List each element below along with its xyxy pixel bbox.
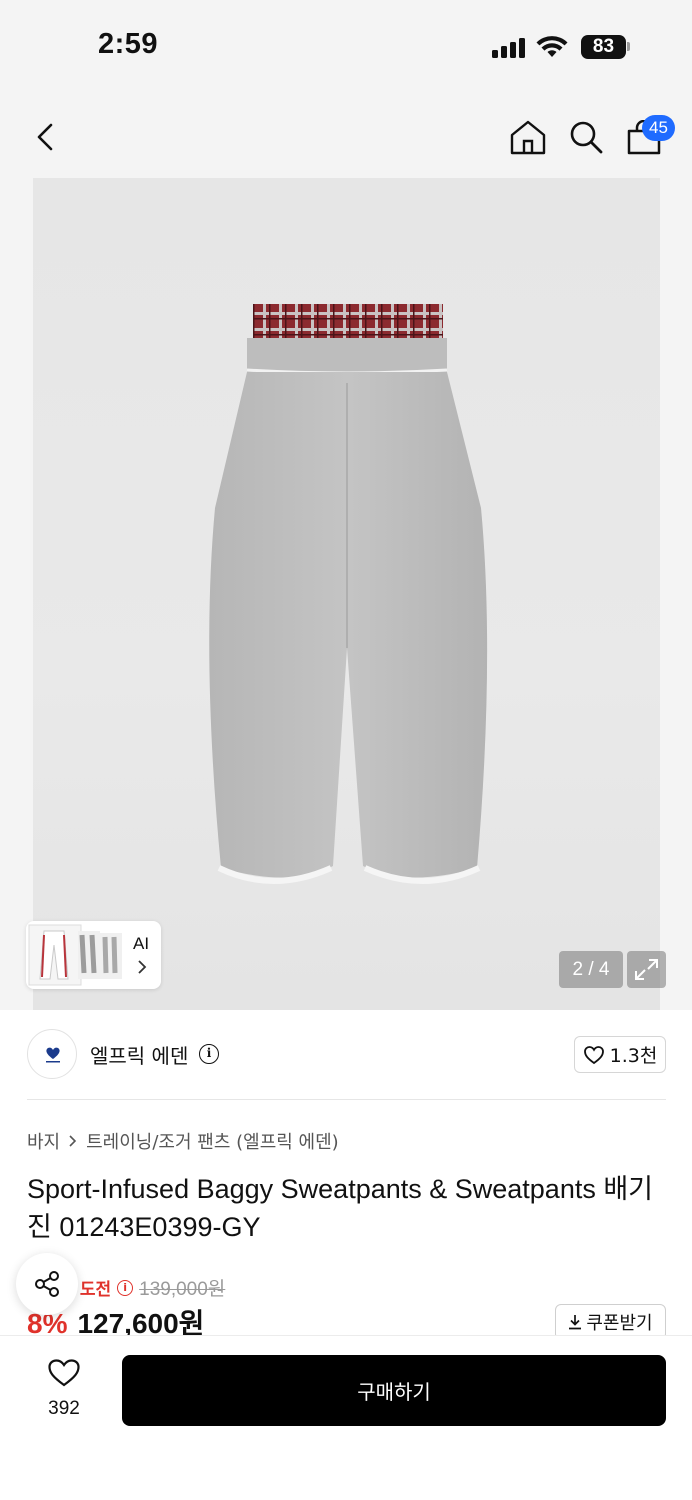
heart-icon — [583, 1045, 604, 1064]
cart-count-badge: 45 — [642, 115, 675, 141]
chevron-right-icon — [138, 960, 147, 974]
buy-button[interactable]: 구매하기 — [122, 1355, 666, 1426]
expand-image-button[interactable] — [627, 951, 666, 988]
home-icon[interactable] — [509, 119, 547, 155]
wishlist-count: 392 — [48, 1398, 80, 1419]
download-icon — [569, 1315, 582, 1330]
brand-like-button[interactable]: 1.3천 — [574, 1036, 666, 1073]
brand-name[interactable]: 엘프릭 에덴 — [90, 1040, 188, 1069]
thumbnail-images — [28, 924, 122, 986]
sweatpants-illustration — [209, 304, 488, 884]
ai-thumbnail-button[interactable] — [26, 921, 161, 989]
battery-cap — [627, 42, 630, 51]
original-price: 139,000원 — [139, 1279, 226, 1300]
breadcrumb-category[interactable]: 바지 — [27, 1128, 60, 1154]
chevron-right-icon — [69, 1135, 77, 1147]
breadcrumb: 바지 트레이닝/조거 팬츠 (엘프릭 에덴) — [27, 1128, 339, 1154]
brand-logo[interactable] — [27, 1029, 77, 1079]
cellular-signal-icon — [492, 38, 525, 58]
heart-logo-icon — [46, 1047, 60, 1063]
image-page-indicator: 2 / 4 — [559, 951, 623, 988]
wifi-icon — [536, 36, 568, 57]
product-image — [33, 178, 660, 1010]
wishlist-button[interactable]: 392 — [30, 1358, 98, 1420]
alert-info-icon[interactable]: i — [117, 1279, 134, 1296]
info-icon[interactable]: i — [199, 1044, 219, 1064]
ai-label: AI — [133, 934, 150, 953]
product-title: Sport-Infused Baggy Sweatpants & Sweatpa… — [27, 1174, 654, 1242]
back-icon[interactable] — [34, 122, 58, 152]
brand-like-count: 1.3천 — [609, 1045, 658, 1067]
divider — [27, 1099, 666, 1100]
status-time: 2:59 — [98, 28, 159, 60]
search-icon[interactable] — [568, 119, 604, 155]
heart-icon — [48, 1359, 80, 1387]
expand-icon — [635, 959, 658, 980]
battery-indicator: 83 — [581, 35, 626, 59]
coupon-label: 쿠폰받기 — [586, 1313, 653, 1334]
product-image-area[interactable] — [0, 178, 692, 1010]
share-icon — [35, 1271, 59, 1297]
breadcrumb-subcategory[interactable]: 트레이닝/조거 팬츠 (엘프릭 에덴) — [86, 1128, 339, 1154]
share-button[interactable] — [16, 1253, 78, 1315]
